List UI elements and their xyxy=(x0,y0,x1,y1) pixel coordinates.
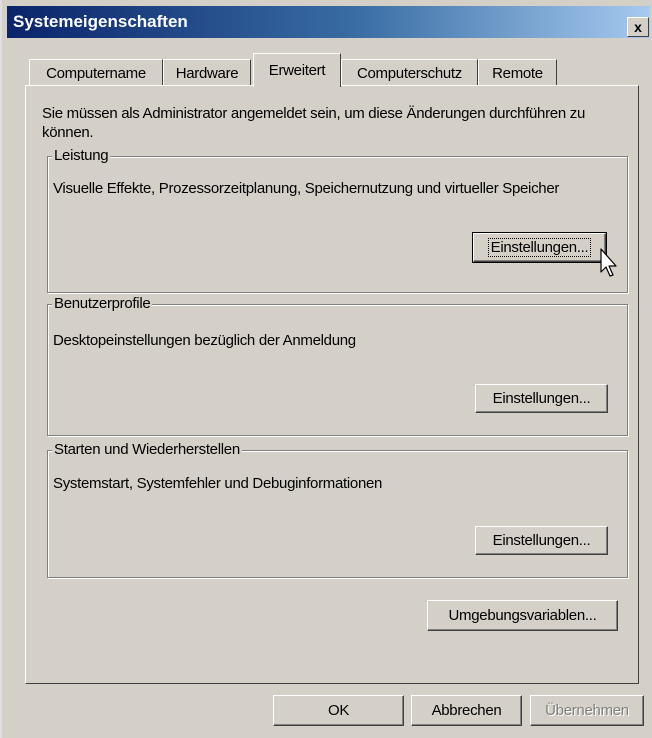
tab-remote[interactable]: Remote xyxy=(478,59,557,87)
group-performance: Leistung Visuelle Effekte, Prozessorzeit… xyxy=(47,146,628,293)
environment-variables-button[interactable]: Umgebungsvariablen... xyxy=(427,600,618,631)
close-button[interactable]: x xyxy=(627,17,649,37)
performance-settings-button[interactable]: Einstellungen... xyxy=(472,232,607,263)
group-user-profiles: Benutzerprofile Desktopeinstellungen bez… xyxy=(47,294,628,436)
tab-computerschutz[interactable]: Computerschutz xyxy=(341,59,478,87)
admin-notice: Sie müssen als Administrator angemeldet … xyxy=(42,105,585,141)
close-icon: x xyxy=(634,19,642,35)
window-title: Systemeigenschaften xyxy=(13,12,188,31)
arrow-cursor-icon xyxy=(600,248,617,277)
title-bar[interactable]: Systemeigenschaften x xyxy=(7,6,650,38)
group-user-profiles-title: Benutzerprofile xyxy=(52,294,153,313)
cancel-button[interactable]: Abbrechen xyxy=(411,695,522,726)
startup-recovery-description: Systemstart, Systemfehler und Debuginfor… xyxy=(53,475,383,492)
performance-description: Visuelle Effekte, Prozessorzeitplanung, … xyxy=(53,180,560,197)
user-profiles-settings-button[interactable]: Einstellungen... xyxy=(475,384,608,413)
startup-recovery-settings-button[interactable]: Einstellungen... xyxy=(475,526,608,555)
tab-hardware[interactable]: Hardware xyxy=(163,59,251,87)
group-startup-recovery: Starten und Wiederherstellen Systemstart… xyxy=(47,440,628,578)
user-profiles-description: Desktopeinstellungen bezüglich der Anmel… xyxy=(53,332,356,349)
tab-panel-erweitert: Sie müssen als Administrator angemeldet … xyxy=(25,85,639,684)
tab-computername[interactable]: Computername xyxy=(29,59,163,87)
tab-erweitert[interactable]: Erweitert xyxy=(253,53,341,87)
apply-button[interactable]: Übernehmen xyxy=(530,695,644,726)
group-startup-recovery-title: Starten und Wiederherstellen xyxy=(52,440,242,459)
system-properties-window: Systemeigenschaften x Computername Hardw… xyxy=(0,0,652,738)
group-performance-title: Leistung xyxy=(52,146,111,165)
ok-button[interactable]: OK xyxy=(273,695,404,726)
